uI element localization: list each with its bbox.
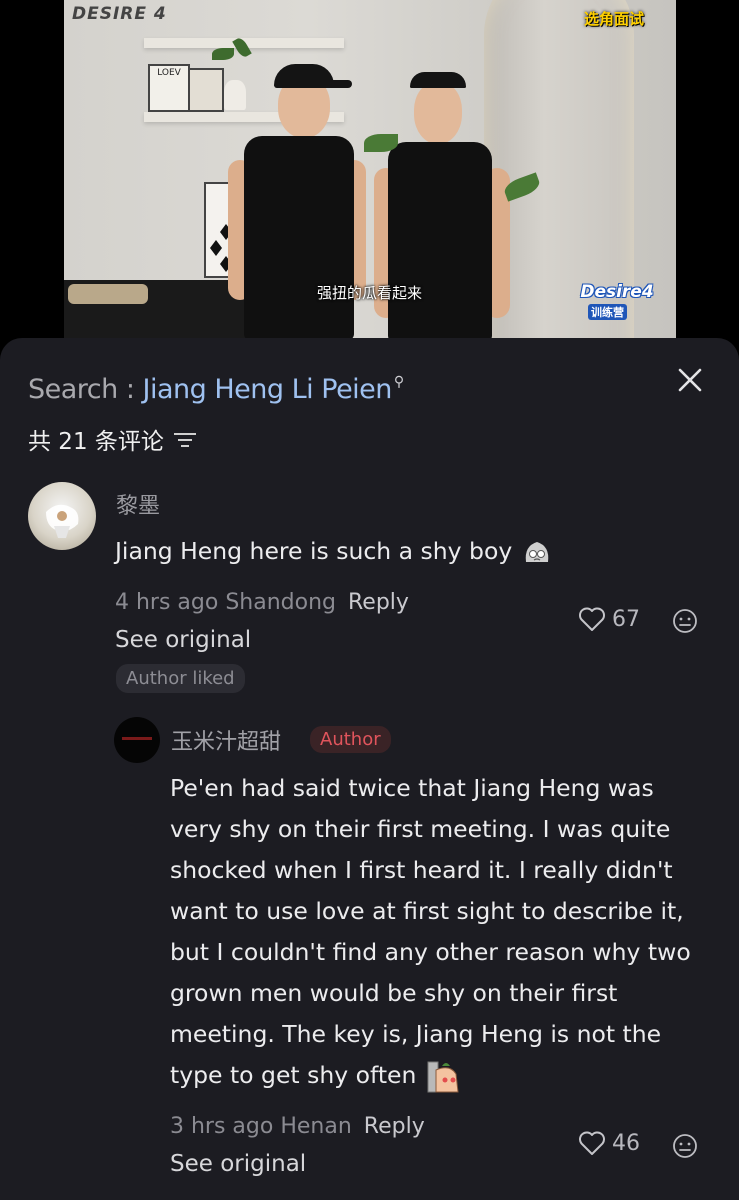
replier-name[interactable]: 玉米汁超甜 xyxy=(171,724,281,756)
search-term[interactable]: Jiang Heng Li Peien xyxy=(143,374,393,405)
like-count: 46 xyxy=(612,1130,640,1156)
video-player[interactable]: LOEV DESIRE 4 选角面试 强扭的瓜看起来 Desire4 训练营 xyxy=(0,0,739,340)
brand-watermark: DESIRE 4 xyxy=(72,4,167,24)
search-icon[interactable]: ⚲ xyxy=(394,374,404,390)
like-count: 67 xyxy=(612,606,640,632)
comment-text: Jiang Heng here is such a shy boy xyxy=(115,531,554,572)
heart-icon xyxy=(579,607,605,631)
see-original-link[interactable]: See original xyxy=(115,627,251,653)
like-button[interactable]: 46 xyxy=(578,1130,640,1156)
search-label: Search : xyxy=(28,374,143,405)
vase xyxy=(224,80,246,110)
comment-sheet: Search : Jiang Heng Li Peien ⚲ 共 21 条评论 黎… xyxy=(0,338,739,1200)
reply-meta: 3 hrs ago Henan Reply xyxy=(170,1114,425,1139)
show-logo: Desire4 训练营 xyxy=(580,282,654,320)
comment-count-row: 共 21 条评论 xyxy=(28,422,196,456)
neutral-face-icon xyxy=(673,609,697,633)
neutral-face-icon xyxy=(673,1134,697,1158)
time-location: 4 hrs ago Shandong xyxy=(115,590,336,615)
see-original-link[interactable]: See original xyxy=(170,1151,306,1177)
comment-meta: 4 hrs ago Shandong Reply xyxy=(115,590,409,615)
close-button[interactable] xyxy=(672,362,708,398)
poster-frame: LOEV xyxy=(148,64,190,112)
dislike-button[interactable] xyxy=(672,608,698,634)
sort-filter-icon[interactable] xyxy=(173,431,196,447)
heart-icon xyxy=(579,1131,605,1155)
shy-face-emoji-icon xyxy=(525,541,548,562)
plant-leaf xyxy=(364,134,398,152)
plant-leaf xyxy=(212,48,234,60)
poster-frame xyxy=(188,68,224,112)
like-button[interactable]: 67 xyxy=(578,606,640,632)
commenter-name[interactable]: 黎墨 xyxy=(116,488,160,520)
author-badge: Author xyxy=(310,726,391,753)
avatar[interactable] xyxy=(114,717,160,763)
time-location: 3 hrs ago Henan xyxy=(170,1114,352,1139)
author-liked-badge: Author liked xyxy=(116,664,245,693)
close-icon xyxy=(678,368,702,392)
reply-button[interactable]: Reply xyxy=(364,1114,425,1139)
reply-text: Pe'en had said twice that Jiang Heng was… xyxy=(170,768,691,1096)
shy-character-emoji-icon xyxy=(427,1061,459,1092)
corner-tag: 选角面试 xyxy=(584,10,645,28)
reply-button[interactable]: Reply xyxy=(348,590,409,615)
dislike-button[interactable] xyxy=(672,1133,698,1159)
search-query[interactable]: Search : Jiang Heng Li Peien ⚲ xyxy=(28,374,404,405)
comment-count: 共 21 条评论 xyxy=(28,429,164,455)
avatar[interactable] xyxy=(28,482,96,550)
